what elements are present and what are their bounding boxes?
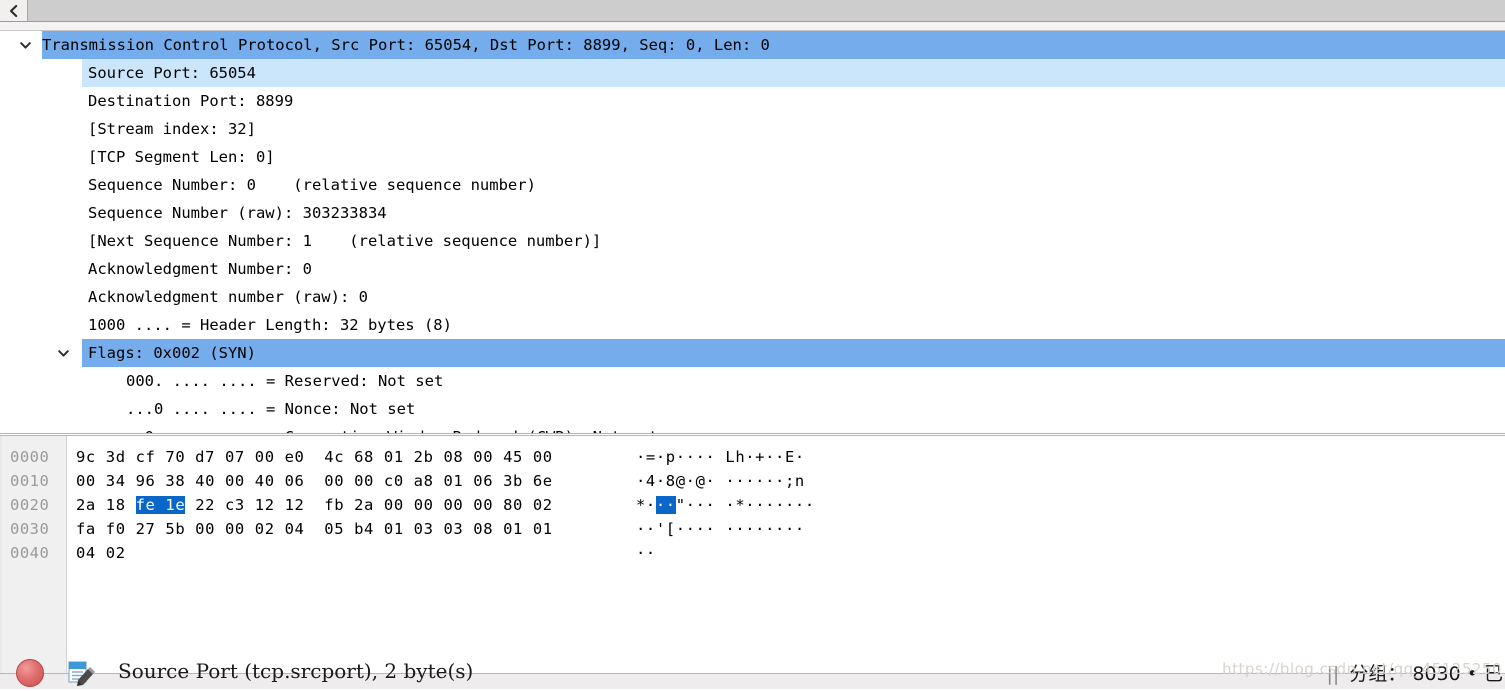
status-bar-content: Source Port (tcp.srcport), 2 byte(s) || 分… — [0, 655, 1505, 689]
packet-detail-row-label: [Next Sequence Number: 1 (relative seque… — [88, 232, 602, 250]
packet-detail-row-label: Destination Port: 8899 — [88, 92, 294, 110]
packet-detail-row[interactable]: Acknowledgment Number: 0 — [0, 255, 1505, 283]
hex-offset-label: 0020 — [10, 496, 50, 514]
packet-detail-row-label: Flags: 0x002 (SYN) — [88, 344, 256, 362]
hex-dump-row[interactable]: 0030 fa f0 27 5b 00 00 02 04 05 b4 01 03 … — [0, 517, 1505, 541]
hex-bytes-group[interactable]: 9c 3d cf 70 d7 07 00 e0 4c 68 01 2b 08 0… — [76, 445, 553, 469]
hex-bytes-pre: 00 34 96 38 40 00 40 06 00 00 c0 a8 01 0… — [76, 472, 553, 490]
hex-bytes-group[interactable]: 00 34 96 38 40 00 40 06 00 00 c0 a8 01 0… — [76, 469, 553, 493]
packet-detail-row[interactable]: Acknowledgment number (raw): 0 — [0, 283, 1505, 311]
packet-detail-row[interactable]: ..0. .... .... = Congestion Window Reduc… — [0, 423, 1505, 433]
packet-detail-row[interactable]: Destination Port: 8899 — [0, 87, 1505, 115]
packet-detail-row[interactable]: Sequence Number (raw): 303233834 — [0, 199, 1505, 227]
hex-bytes-pre: 9c 3d cf 70 d7 07 00 e0 4c 68 01 2b 08 0… — [76, 448, 553, 466]
packet-detail-pane[interactable]: Transmission Control Protocol, Src Port:… — [0, 31, 1505, 434]
hex-bytes-pre: 2a 18 — [76, 496, 136, 514]
status-packet-counts: || 分组： 8030 • 已 — [1327, 659, 1504, 686]
packet-detail-row-label: Transmission Control Protocol, Src Port:… — [42, 36, 770, 54]
packet-detail-row[interactable]: Flags: 0x002 (SYN) — [0, 339, 1505, 367]
hex-ascii-group[interactable]: ··'[···· ········ — [636, 517, 805, 541]
hex-ascii-pre: ·4·8@·@· ······;n — [636, 472, 805, 490]
hex-dump-row[interactable]: 0040 04 02 ·· — [0, 541, 1505, 565]
status-field-info: Source Port (tcp.srcport), 2 byte(s) — [118, 659, 474, 683]
hex-ascii-pre: *· — [636, 496, 656, 514]
hex-bytes-group[interactable]: 04 02 — [76, 541, 126, 565]
packet-detail-row-label: Sequence Number (raw): 303233834 — [88, 204, 387, 222]
row-selection-highlight — [82, 59, 1505, 87]
scroll-left-button[interactable] — [0, 0, 28, 21]
packet-bytes-pane[interactable]: 0000 9c 3d cf 70 d7 07 00 e0 4c 68 01 2b … — [0, 435, 1505, 673]
chevron-left-icon — [7, 4, 20, 18]
wireshark-window: Transmission Control Protocol, Src Port:… — [0, 0, 1505, 689]
packet-detail-row-label: 000. .... .... = Reserved: Not set — [126, 372, 444, 390]
hex-offset-label: 0000 — [10, 448, 50, 466]
packet-detail-row[interactable]: [Next Sequence Number: 1 (relative seque… — [0, 227, 1505, 255]
hex-ascii-pre: ··'[···· ········ — [636, 520, 805, 538]
hex-bytes-pre: 04 02 — [76, 544, 126, 562]
packet-detail-row-label: Acknowledgment number (raw): 0 — [88, 288, 368, 306]
hex-dump-row[interactable]: 0000 9c 3d cf 70 d7 07 00 e0 4c 68 01 2b … — [0, 445, 1505, 469]
hex-dump-row[interactable]: 0020 2a 18 fe 1e 22 c3 12 12 fb 2a 00 00 … — [0, 493, 1505, 517]
packet-detail-row-label: [TCP Segment Len: 0] — [88, 148, 275, 166]
packet-detail-row[interactable]: Source Port: 65054 — [0, 59, 1505, 87]
capture-file-edit-icon[interactable] — [66, 659, 96, 687]
row-selection-highlight — [82, 339, 1505, 367]
hex-bytes-selected: fe 1e — [135, 496, 186, 514]
hex-ascii-group[interactable]: ·=·p···· Lh·+··E· — [636, 445, 805, 469]
hex-ascii-group[interactable]: ·4·8@·@· ······;n — [636, 469, 805, 493]
packet-detail-row-label: Acknowledgment Number: 0 — [88, 260, 312, 278]
hex-offset-label: 0040 — [10, 544, 50, 562]
packet-detail-row[interactable]: 000. .... .... = Reserved: Not set — [0, 367, 1505, 395]
packet-detail-row-label: Source Port: 65054 — [88, 64, 256, 82]
hex-ascii-selected: ·· — [655, 496, 676, 514]
hex-offset-label: 0030 — [10, 520, 50, 538]
packet-detail-row[interactable]: Sequence Number: 0 (relative sequence nu… — [0, 171, 1505, 199]
packet-detail-row-label: 1000 .... = Header Length: 32 bytes (8) — [88, 316, 452, 334]
record-circle-icon[interactable] — [16, 659, 44, 687]
packet-detail-row[interactable]: [Stream index: 32] — [0, 115, 1505, 143]
chevron-down-icon[interactable] — [52, 339, 74, 367]
packet-detail-row[interactable]: ...0 .... .... = Nonce: Not set — [0, 395, 1505, 423]
hex-bytes-post: 22 c3 12 12 fb 2a 00 00 00 00 80 02 — [185, 496, 553, 514]
hex-dump-row[interactable]: 0010 00 34 96 38 40 00 40 06 00 00 c0 a8 … — [0, 469, 1505, 493]
hex-ascii-group[interactable]: ·· — [636, 541, 656, 565]
packet-detail-row[interactable]: 1000 .... = Header Length: 32 bytes (8) — [0, 311, 1505, 339]
hex-ascii-pre: ·· — [636, 544, 656, 562]
hex-bytes-group[interactable]: 2a 18 fe 1e 22 c3 12 12 fb 2a 00 00 00 0… — [76, 493, 553, 517]
status-separator: || — [1326, 663, 1340, 685]
hex-offset-label: 0010 — [10, 472, 50, 490]
packet-detail-row-label: [Stream index: 32] — [88, 120, 256, 138]
packet-detail-row-label: Sequence Number: 0 (relative sequence nu… — [88, 176, 536, 194]
packet-detail-row[interactable]: [TCP Segment Len: 0] — [0, 143, 1505, 171]
packet-detail-row-label: ..0. .... .... = Congestion Window Reduc… — [126, 423, 658, 433]
chevron-down-icon[interactable] — [14, 31, 36, 59]
packet-detail-row-label: ...0 .... .... = Nonce: Not set — [126, 400, 416, 418]
packet-detail-row[interactable]: Transmission Control Protocol, Src Port:… — [0, 31, 1505, 59]
toolbar-strip — [0, 0, 1505, 22]
hex-ascii-group[interactable]: *···"··· ·*······· — [636, 493, 815, 517]
hex-bytes-group[interactable]: fa f0 27 5b 00 00 02 04 05 b4 01 03 03 0… — [76, 517, 553, 541]
hex-ascii-post: "··· ·*······· — [675, 496, 815, 514]
hex-ascii-pre: ·=·p···· Lh·+··E· — [636, 448, 805, 466]
status-packets-text: 分组： 8030 • 已 — [1349, 663, 1503, 685]
hex-bytes-pre: fa f0 27 5b 00 00 02 04 05 b4 01 03 03 0… — [76, 520, 553, 538]
toolbar-under-strip — [0, 22, 1505, 31]
